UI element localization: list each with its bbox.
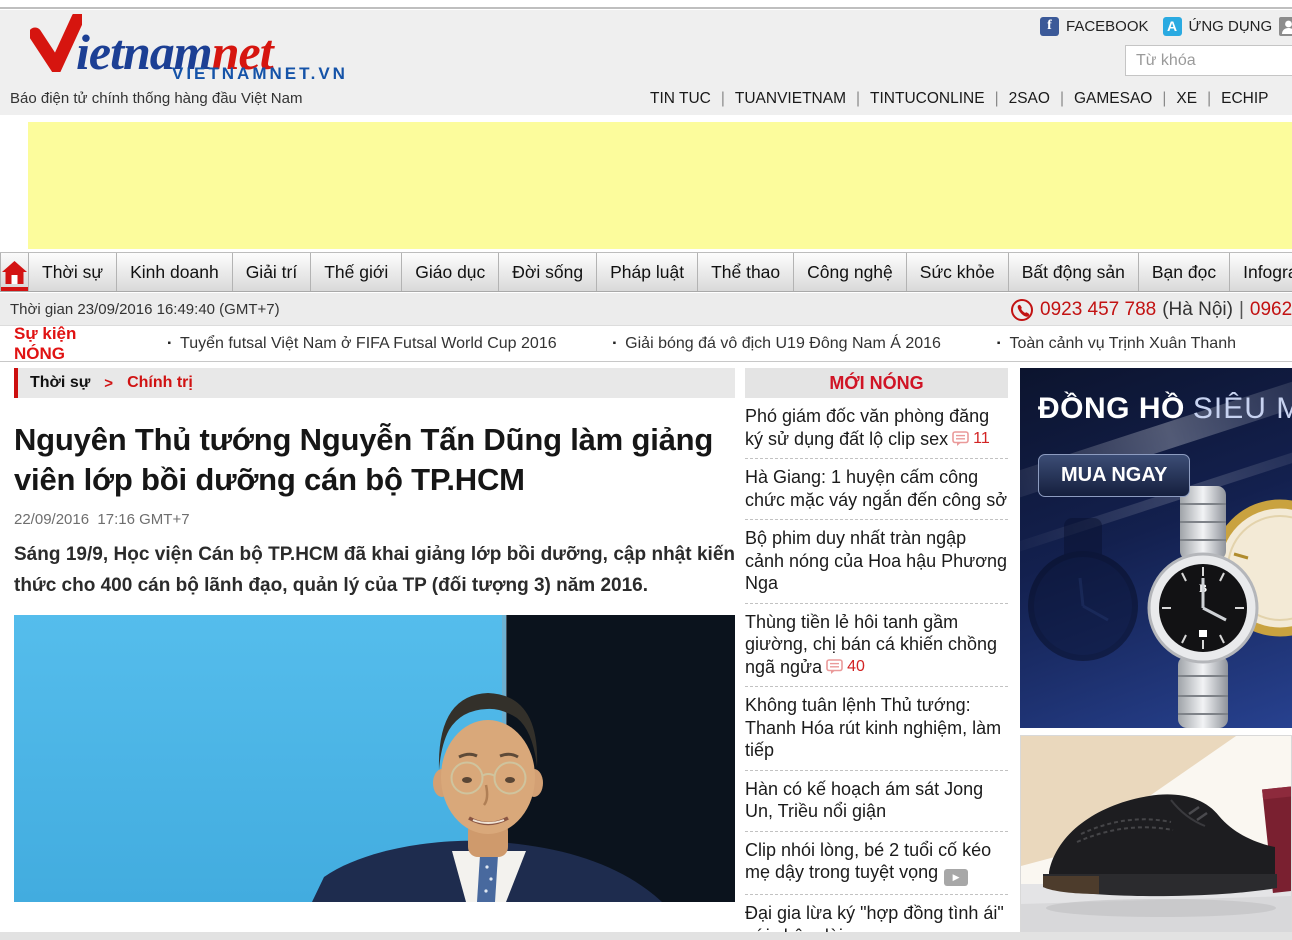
site-header: ietnam net VIETNAMNET.VN Báo điện tử chí… [0, 10, 1292, 115]
hot-news-item[interactable]: Hà Giang: 1 huyện cấm công chức mặc váy … [745, 459, 1008, 520]
ad-column: B ĐỒNG HỒSIÊU M MUA NGAY [1020, 368, 1292, 933]
article-photo [14, 615, 735, 902]
nav-item-ban-doc[interactable]: Bạn đọc [1139, 253, 1230, 291]
breadcrumb-subsection[interactable]: Chính trị [127, 374, 193, 392]
bullet-icon: ▪ [613, 338, 617, 349]
hotline-number-2[interactable]: 0962 [1250, 299, 1292, 321]
comment-count: 11 [973, 429, 990, 449]
nav-item-the-thao[interactable]: Thể thao [698, 253, 794, 291]
top-banner-ad[interactable] [28, 122, 1292, 249]
search-input[interactable] [1125, 45, 1292, 76]
phone-icon [1010, 298, 1034, 322]
site-link-tintuc[interactable]: TIN TUC [650, 90, 735, 108]
article-column: Thời sự > Chính trị Nguyên Thủ tướng Ngu… [14, 368, 735, 902]
home-icon [1, 260, 28, 285]
nav-item-doi-song[interactable]: Đời sống [499, 253, 597, 291]
nav-home[interactable] [1, 253, 29, 291]
hot-news-title: MỚI NÓNG [829, 373, 923, 394]
hotline-separator: | [1239, 299, 1244, 321]
comment-count: 40 [847, 657, 865, 677]
hot-news-item[interactable]: Bộ phim duy nhất tràn ngập cảnh nóng của… [745, 520, 1008, 604]
watch-ad-title-light: SIÊU M [1193, 392, 1292, 425]
nav-item-infographic[interactable]: Infographic [1230, 253, 1292, 291]
site-link-tintuconline[interactable]: TINTUCONLINE [870, 90, 1009, 108]
nav-item-cong-nghe[interactable]: Công nghệ [794, 253, 907, 291]
nav-item-suc-khoe[interactable]: Sức khỏe [907, 253, 1009, 291]
hot-event-link[interactable]: ▪ Giải bóng đá vô địch U19 Đông Nam Á 20… [613, 335, 941, 353]
chevron-right-icon: > [104, 375, 113, 392]
topbar: f FACEBOOK A ỨNG DỤNG T [1040, 14, 1292, 38]
hotline: 0923 457 788 (Hà Nội) | 0962 [1010, 293, 1292, 326]
watch-ad-title: ĐỒNG HỒSIÊU M [1038, 392, 1292, 426]
nav-item-the-gioi[interactable]: Thế giới [311, 253, 402, 291]
logo-domain: VIETNAMNET.VN [172, 64, 348, 84]
logo-check-icon [30, 14, 82, 77]
hotline-number-1[interactable]: 0923 457 788 [1040, 299, 1156, 321]
bullet-icon: ▪ [997, 338, 1001, 349]
article-lead: Sáng 19/9, Học viện Cán bộ TP.HCM đã kha… [14, 540, 735, 601]
shoe-image [1021, 736, 1292, 933]
top-divider [0, 7, 1292, 9]
page: ietnam net VIETNAMNET.VN Báo điện tử chí… [0, 0, 1292, 940]
watch-ad[interactable]: B ĐỒNG HỒSIÊU M MUA NGAY [1020, 368, 1292, 728]
app-link[interactable]: ỨNG DỤNG [1189, 18, 1273, 35]
nav-item-thoi-su[interactable]: Thời sự [29, 253, 117, 291]
shoe-ad[interactable] [1020, 735, 1292, 933]
site-link-2sao[interactable]: 2SAO [1009, 90, 1074, 108]
hot-news-item[interactable]: Hàn có kế hoạch ám sát Jong Un, Triều nổ… [745, 771, 1008, 832]
hot-events-strip: Sự kiện NÓNG ▪ Tuyển futsal Việt Nam ở F… [0, 326, 1292, 362]
bullet-icon: ▪ [167, 338, 171, 349]
hot-news-item[interactable]: Thùng tiền lẻ hôi tanh gầm giường, chị b… [745, 604, 1008, 688]
user-icon[interactable] [1279, 17, 1292, 36]
breadcrumb-section[interactable]: Thời sự [30, 374, 90, 392]
site-link-xe[interactable]: XE [1176, 90, 1221, 108]
bottom-strip [0, 932, 1292, 940]
watch-ad-title-bold: ĐỒNG HỒ [1038, 392, 1185, 425]
facebook-link[interactable]: FACEBOOK [1066, 18, 1149, 35]
site-tagline: Báo điện tử chính thống hàng đầu Việt Na… [10, 90, 302, 107]
nav-item-giao-duc[interactable]: Giáo dục [402, 253, 499, 291]
site-link-tuanvietnam[interactable]: TUANVIETNAM [735, 90, 870, 108]
article-title: Nguyên Thủ tướng Nguyễn Tấn Dũng làm giả… [14, 420, 735, 499]
article-datetime: 22/09/2016 17:16 GMT+7 [14, 511, 735, 528]
hot-event-link[interactable]: ▪ Tuyển futsal Việt Nam ở FIFA Futsal Wo… [167, 335, 556, 353]
site-links: TIN TUC TUANVIETNAM TINTUCONLINE 2SAO GA… [650, 90, 1292, 108]
comment-icon [952, 431, 970, 447]
site-link-gamesao[interactable]: GAMESAO [1074, 90, 1176, 108]
comment-icon [826, 659, 844, 675]
main-nav: Thời sự Kinh doanh Giải trí Thế giới Giá… [0, 252, 1292, 292]
nav-item-kinh-doanh[interactable]: Kinh doanh [117, 253, 233, 291]
facebook-icon[interactable]: f [1040, 17, 1059, 36]
site-link-echip[interactable]: ECHIP [1221, 90, 1268, 108]
hot-events-label: Sự kiện NÓNG [14, 324, 119, 364]
hot-event-link[interactable]: ▪ Toàn cảnh vụ Trịnh Xuân Thanh [997, 335, 1236, 353]
app-icon[interactable]: A [1163, 17, 1182, 36]
nav-item-phap-luat[interactable]: Pháp luật [597, 253, 698, 291]
breadcrumb: Thời sự > Chính trị [14, 368, 735, 398]
hot-news-sidebar: MỚI NÓNG Phó giám đốc văn phòng đăng ký … [745, 368, 1008, 940]
hot-news-header: MỚI NÓNG [745, 368, 1008, 398]
nav-item-giai-tri[interactable]: Giải trí [233, 253, 312, 291]
buy-now-button[interactable]: MUA NGAY [1038, 454, 1190, 497]
hotline-area-1: (Hà Nội) [1162, 299, 1233, 321]
hot-news-item[interactable]: Phó giám đốc văn phòng đăng ký sử dụng đ… [745, 398, 1008, 459]
play-icon: ▶ [944, 869, 968, 886]
nav-item-bat-dong-san[interactable]: Bất động sản [1009, 253, 1139, 291]
hot-news-item[interactable]: Không tuân lệnh Thủ tướng: Thanh Hóa rút… [745, 687, 1008, 771]
status-row: Thời gian 23/09/2016 16:49:40 (GMT+7) 09… [0, 293, 1292, 326]
current-time: Thời gian 23/09/2016 16:49:40 (GMT+7) [10, 293, 280, 326]
hot-news-item[interactable]: Clip nhói lòng, bé 2 tuổi cố kéo mẹ dậy … [745, 832, 1008, 896]
